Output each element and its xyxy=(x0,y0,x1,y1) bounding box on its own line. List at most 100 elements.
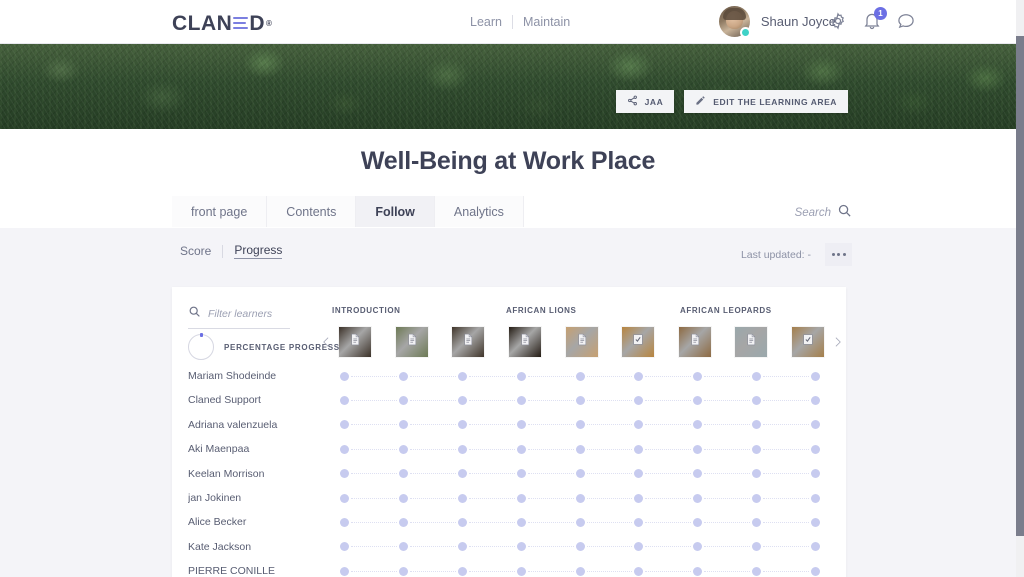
progress-node[interactable] xyxy=(811,518,820,528)
progress-node[interactable] xyxy=(340,566,349,576)
progress-node[interactable] xyxy=(516,396,526,406)
progress-node[interactable] xyxy=(752,396,762,406)
progress-node[interactable] xyxy=(398,444,408,454)
progress-node[interactable] xyxy=(340,518,349,528)
progress-node[interactable] xyxy=(398,396,408,406)
progress-node[interactable] xyxy=(811,542,820,552)
progress-node[interactable] xyxy=(575,371,585,381)
progress-node[interactable] xyxy=(811,396,820,406)
progress-node[interactable] xyxy=(340,396,349,406)
progress-node[interactable] xyxy=(457,420,467,430)
chevron-left-icon[interactable] xyxy=(317,325,335,359)
progress-node[interactable] xyxy=(752,469,762,479)
page-scrollbar-thumb[interactable] xyxy=(1016,36,1024,536)
progress-node[interactable] xyxy=(398,371,408,381)
nav-learn[interactable]: Learn xyxy=(470,15,502,29)
table-row[interactable]: Kate Jackson xyxy=(172,535,846,559)
progress-node[interactable] xyxy=(693,518,703,528)
progress-link[interactable]: Progress xyxy=(234,243,283,259)
progress-node[interactable] xyxy=(340,542,349,552)
search-input[interactable]: Search xyxy=(795,203,852,223)
progress-node[interactable] xyxy=(516,371,526,381)
thumb-leopards-1[interactable] xyxy=(678,327,711,357)
progress-node[interactable] xyxy=(634,371,644,381)
progress-node[interactable] xyxy=(398,469,408,479)
progress-node[interactable] xyxy=(575,444,585,454)
bell-icon[interactable]: 1 xyxy=(862,7,887,31)
progress-node[interactable] xyxy=(752,371,762,381)
progress-node[interactable] xyxy=(457,493,467,503)
progress-node[interactable] xyxy=(811,469,820,479)
progress-node[interactable] xyxy=(693,469,703,479)
progress-node[interactable] xyxy=(693,420,703,430)
progress-node[interactable] xyxy=(575,493,585,503)
thumb-leopards-2[interactable] xyxy=(735,327,768,357)
table-row[interactable]: Adriana valenzuela xyxy=(172,413,846,437)
tab-contents[interactable]: Contents xyxy=(267,196,357,227)
table-row[interactable]: PIERRE CONILLE xyxy=(172,559,846,577)
progress-node[interactable] xyxy=(752,420,762,430)
thumb-introduction-3[interactable] xyxy=(452,327,485,357)
progress-node[interactable] xyxy=(398,566,408,576)
chevron-right-icon[interactable] xyxy=(828,325,846,359)
progress-node[interactable] xyxy=(634,493,644,503)
progress-node[interactable] xyxy=(811,444,820,454)
progress-node[interactable] xyxy=(634,444,644,454)
filter-learners-input[interactable]: Filter learners xyxy=(188,305,290,329)
progress-node[interactable] xyxy=(398,420,408,430)
progress-node[interactable] xyxy=(516,542,526,552)
progress-node[interactable] xyxy=(398,542,408,552)
progress-node[interactable] xyxy=(752,444,762,454)
thumb-leopards-3[interactable] xyxy=(792,327,824,357)
progress-node[interactable] xyxy=(340,469,349,479)
thumb-introduction-2[interactable] xyxy=(395,327,428,357)
progress-node[interactable] xyxy=(575,469,585,479)
progress-node[interactable] xyxy=(634,396,644,406)
tab-analytics[interactable]: Analytics xyxy=(434,196,524,227)
progress-node[interactable] xyxy=(575,420,585,430)
nav-maintain[interactable]: Maintain xyxy=(523,15,570,29)
progress-node[interactable] xyxy=(457,444,467,454)
chat-bubble-icon[interactable] xyxy=(896,11,916,31)
share-button[interactable]: JAA xyxy=(615,90,675,113)
progress-node[interactable] xyxy=(693,542,703,552)
gear-icon[interactable] xyxy=(828,11,848,31)
progress-node[interactable] xyxy=(457,469,467,479)
progress-node[interactable] xyxy=(752,542,762,552)
progress-node[interactable] xyxy=(340,420,349,430)
tab-front-page[interactable]: front page xyxy=(172,196,268,227)
avatar[interactable] xyxy=(718,6,751,38)
user-profile[interactable]: Shaun Joyce xyxy=(718,6,836,38)
edit-learning-area-button[interactable]: EDIT THE LEARNING AREA xyxy=(684,90,848,113)
thumb-lions-1[interactable] xyxy=(508,327,541,357)
table-row[interactable]: Alice Becker xyxy=(172,510,846,534)
score-link[interactable]: Score xyxy=(180,244,211,258)
thumb-introduction-1[interactable] xyxy=(339,327,371,357)
progress-node[interactable] xyxy=(811,420,820,430)
table-row[interactable]: Claned Support xyxy=(172,388,846,412)
progress-node[interactable] xyxy=(752,493,762,503)
table-row[interactable]: Keelan Morrison xyxy=(172,462,846,486)
progress-node[interactable] xyxy=(516,444,526,454)
progress-node[interactable] xyxy=(752,518,762,528)
progress-node[interactable] xyxy=(340,444,349,454)
progress-node[interactable] xyxy=(811,566,820,576)
search-icon[interactable] xyxy=(837,203,852,223)
progress-node[interactable] xyxy=(457,542,467,552)
thumb-lions-3[interactable] xyxy=(622,327,655,357)
progress-node[interactable] xyxy=(693,493,703,503)
progress-node[interactable] xyxy=(398,493,408,503)
tab-follow[interactable]: Follow xyxy=(356,196,435,227)
progress-node[interactable] xyxy=(693,444,703,454)
progress-node[interactable] xyxy=(634,566,644,576)
progress-node[interactable] xyxy=(575,518,585,528)
table-row[interactable]: jan Jokinen xyxy=(172,486,846,510)
progress-node[interactable] xyxy=(457,371,467,381)
progress-node[interactable] xyxy=(398,518,408,528)
page-scrollbar[interactable] xyxy=(1016,0,1024,577)
thumb-lions-2[interactable] xyxy=(565,327,598,357)
claned-logo[interactable]: CLAN D ® xyxy=(172,12,272,34)
progress-node[interactable] xyxy=(693,566,703,576)
progress-node[interactable] xyxy=(516,469,526,479)
progress-node[interactable] xyxy=(693,371,703,381)
